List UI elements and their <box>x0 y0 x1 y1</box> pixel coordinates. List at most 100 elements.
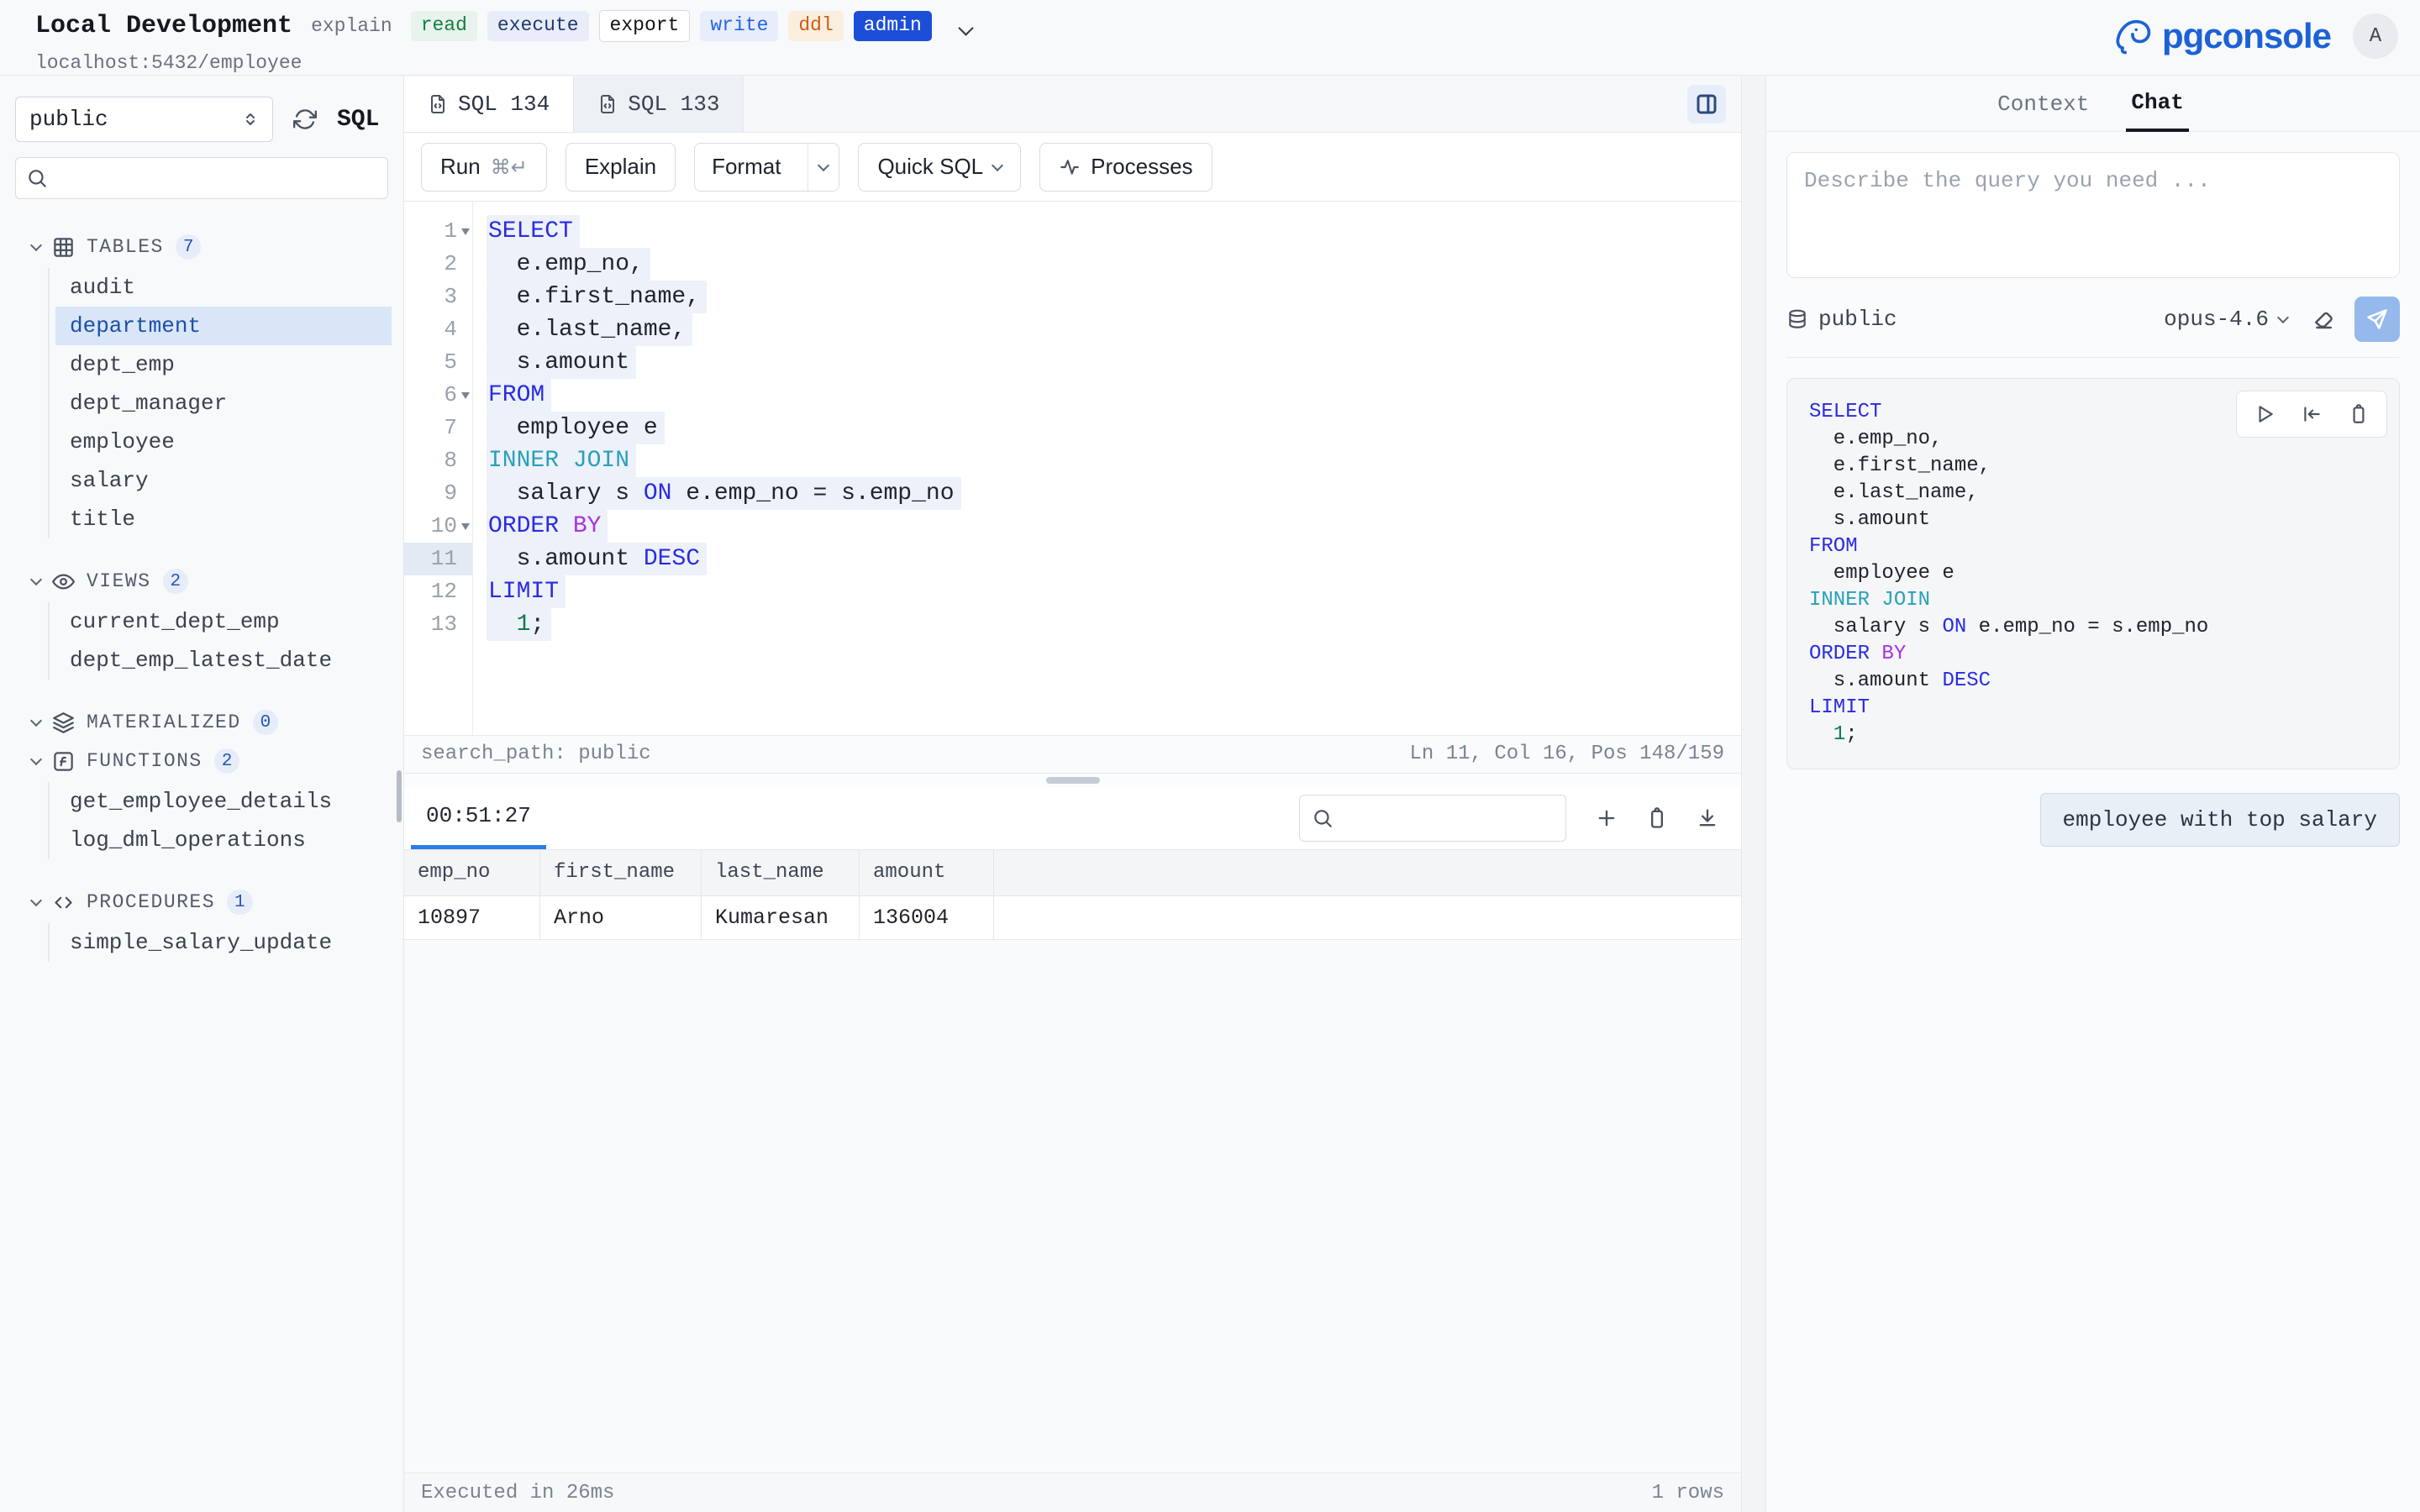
sidebar-section-functions: FUNCTIONS 2 get_employee_detailslog_dml_… <box>0 742 403 861</box>
results-empty-area <box>404 940 1741 1473</box>
eye-icon <box>52 570 75 593</box>
tab-sql-133[interactable]: SQL 133 <box>574 76 744 132</box>
layers-icon <box>52 711 75 734</box>
explain-button[interactable]: Explain <box>566 143 676 192</box>
sidebar-section-header-functions[interactable]: FUNCTIONS 2 <box>0 742 403 780</box>
chat-log: SELECT e.emp_no, e.first_name, e.last_na… <box>1766 378 2420 1512</box>
sidebar-item-employee[interactable]: employee <box>55 423 392 461</box>
chevron-down-icon <box>818 159 829 171</box>
run-query-icon[interactable] <box>2254 403 2275 425</box>
sidebar-section-views: VIEWS 2 current_dept_empdept_emp_latest_… <box>0 562 403 681</box>
run-button[interactable]: Run ⌘↵ <box>421 143 547 192</box>
search-icon <box>26 167 48 189</box>
processes-button[interactable]: Processes <box>1039 143 1212 192</box>
quick-sql-button[interactable]: Quick SQL <box>858 143 1021 192</box>
add-tab-icon[interactable] <box>1595 806 1618 830</box>
sidebar-scrollbar[interactable] <box>397 770 402 822</box>
connection-string: localhost:5432/employee <box>35 52 971 74</box>
context-schema[interactable]: public <box>1786 307 1897 332</box>
chevron-down-icon[interactable] <box>958 21 973 36</box>
schema-sidebar: public SQL <box>0 76 404 1512</box>
editor-tab-bar: SQL 134 SQL 133 <box>404 76 1741 133</box>
section-label: MATERIALIZED <box>87 711 241 733</box>
section-label: TABLES <box>87 236 164 258</box>
results-search-input[interactable] <box>1299 795 1566 842</box>
sidebar-section-header-tables[interactable]: TABLES 7 <box>0 228 403 266</box>
column-header-emp_no[interactable]: emp_no <box>404 850 540 895</box>
code-line: e.emp_no, <box>487 248 1741 281</box>
sidebar-search-input[interactable] <box>15 157 388 199</box>
sidebar-section-header-procedures[interactable]: PROCEDURES 1 <box>0 883 403 921</box>
line-number-8: 8 <box>404 444 472 477</box>
sql-message-toolbar <box>2236 391 2387 438</box>
column-header-last_name[interactable]: last_name <box>702 850 860 895</box>
format-dropdown[interactable] <box>808 144 839 191</box>
avatar[interactable]: A <box>2353 13 2398 59</box>
code-line: e.first_name, <box>1809 453 2377 480</box>
refresh-icon[interactable] <box>293 108 317 131</box>
sidebar-section-header-materialized[interactable]: MATERIALIZED 0 <box>0 703 403 742</box>
chevron-down-icon <box>30 753 42 764</box>
column-header-first_name[interactable]: first_name <box>540 850 702 895</box>
results-table: emp_nofirst_namelast_nameamount 10897Arn… <box>404 849 1741 940</box>
sidebar-item-current_dept_emp[interactable]: current_dept_emp <box>55 602 392 641</box>
top-header: Local Development explain readexecuteexp… <box>0 0 2420 76</box>
editor-toolbar: Run ⌘↵ Explain Format Quick SQL Processe… <box>404 133 1741 202</box>
sidebar-item-log_dml_operations[interactable]: log_dml_operations <box>55 821 392 859</box>
sidebar-item-audit[interactable]: audit <box>55 268 392 307</box>
sql-editor[interactable]: 12345678910111213 SELECT e.emp_no, e.fir… <box>404 202 1741 735</box>
editor-code[interactable]: SELECT e.emp_no, e.first_name, e.last_na… <box>473 202 1741 735</box>
sql-file-icon <box>428 94 448 114</box>
pulse-icon <box>1059 156 1081 178</box>
line-number-10: 10 <box>404 510 472 543</box>
assistant-panel: Context Chat public opus-4.6 <box>1765 76 2420 1512</box>
sidebar-item-department[interactable]: department <box>55 307 392 345</box>
sql-mode-toggle[interactable]: SQL <box>337 107 379 133</box>
fold-marker-icon[interactable] <box>461 392 470 399</box>
resize-handle[interactable] <box>1046 777 1100 784</box>
insert-to-editor-icon[interactable] <box>2301 403 2323 425</box>
code-line: salary s ON e.emp_no = s.emp_no <box>1809 614 2377 641</box>
sidebar-item-get_employee_details[interactable]: get_employee_details <box>55 782 392 821</box>
sidebar-section-header-views[interactable]: VIEWS 2 <box>0 562 403 601</box>
line-number-1: 1 <box>404 215 472 248</box>
sidebar-item-dept_emp[interactable]: dept_emp <box>55 345 392 384</box>
results-body: 10897ArnoKumaresan136004 <box>404 896 1741 940</box>
pgconsole-logo-icon <box>2112 14 2155 58</box>
tab-sql-134[interactable]: SQL 134 <box>404 76 574 132</box>
code-line: LIMIT <box>487 575 1741 608</box>
tab-label: SQL 134 <box>458 92 550 117</box>
results-header-row: emp_nofirst_namelast_nameamount <box>404 849 1741 896</box>
sidebar-item-dept_emp_latest_date[interactable]: dept_emp_latest_date <box>55 641 392 680</box>
split-panel-toggle[interactable] <box>1687 85 1726 123</box>
code-line: e.first_name, <box>487 281 1741 313</box>
sidebar-item-title[interactable]: title <box>55 500 392 538</box>
assistant-sql-code: SELECT e.emp_no, e.first_name, e.last_na… <box>1809 399 2377 748</box>
tab-chat[interactable]: Chat <box>2126 76 2188 132</box>
schema-select[interactable]: public <box>15 97 273 142</box>
column-header-amount[interactable]: amount <box>860 850 994 895</box>
model-selector[interactable]: opus-4.6 <box>2164 307 2287 332</box>
sidebar-item-salary[interactable]: salary <box>55 461 392 500</box>
fold-marker-icon[interactable] <box>461 228 470 235</box>
download-icon[interactable] <box>1696 806 1719 830</box>
permission-badge-export: export <box>599 10 691 42</box>
chevron-down-icon <box>30 573 42 585</box>
table-row: 10897ArnoKumaresan136004 <box>404 896 1741 940</box>
fold-marker-icon[interactable] <box>461 523 470 530</box>
clear-chat-icon[interactable] <box>2311 307 2336 332</box>
chat-prompt-input[interactable] <box>1786 152 2400 278</box>
copy-results-icon[interactable] <box>1645 806 1669 830</box>
code-line: s.amount <box>1809 507 2377 533</box>
chevron-down-icon <box>30 239 42 250</box>
format-button[interactable]: Format <box>694 143 839 192</box>
result-timer-tab[interactable]: 00:51:27 <box>411 787 546 849</box>
line-number-2: 2 <box>404 248 472 281</box>
copy-sql-icon[interactable] <box>2348 403 2370 425</box>
sidebar-item-simple_salary_update[interactable]: simple_salary_update <box>55 923 392 962</box>
sidebar-item-dept_manager[interactable]: dept_manager <box>55 384 392 423</box>
line-number-12: 12 <box>404 575 472 608</box>
updown-chevron-icon <box>240 109 260 129</box>
tab-context[interactable]: Context <box>1997 76 2089 131</box>
send-button[interactable] <box>2354 297 2400 342</box>
